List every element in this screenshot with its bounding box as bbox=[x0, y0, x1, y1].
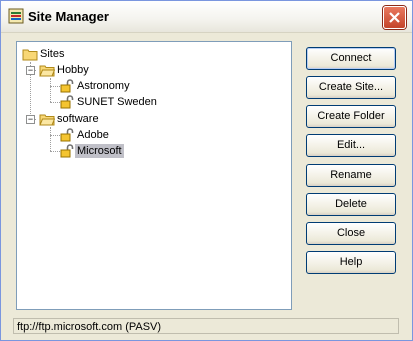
folder-open-icon bbox=[39, 65, 55, 77]
tree-node-microsoft[interactable]: Microsoft bbox=[59, 143, 124, 159]
lock-icon bbox=[60, 95, 74, 109]
lock-icon bbox=[60, 144, 74, 158]
folder-icon bbox=[22, 49, 38, 61]
rename-button[interactable]: Rename bbox=[306, 164, 396, 187]
help-button[interactable]: Help bbox=[306, 251, 396, 274]
tree-node-label: Astronomy bbox=[77, 80, 130, 92]
tree-line bbox=[50, 78, 51, 102]
title-bar[interactable]: Site Manager bbox=[1, 1, 412, 33]
tree-node-label: Sites bbox=[40, 48, 65, 60]
site-manager-window: Site Manager Sites − Hobby Astronomy SUN… bbox=[0, 0, 413, 341]
lock-icon bbox=[60, 79, 74, 93]
edit-button[interactable]: Edit... bbox=[306, 134, 396, 157]
create-folder-button[interactable]: Create Folder bbox=[306, 105, 396, 128]
window-title: Site Manager bbox=[28, 9, 109, 24]
tree-line bbox=[50, 127, 51, 151]
folder-open-icon bbox=[39, 114, 55, 126]
connect-button[interactable]: Connect bbox=[306, 47, 396, 70]
tree-node-label: Hobby bbox=[57, 64, 89, 76]
close-window-button[interactable] bbox=[383, 6, 406, 29]
tree-node-astronomy[interactable]: Astronomy bbox=[59, 78, 132, 94]
collapse-software-toggle[interactable]: − bbox=[26, 115, 35, 124]
tree-node-label: software bbox=[57, 113, 99, 125]
app-icon bbox=[8, 8, 24, 24]
tree-node-sites[interactable]: Sites bbox=[22, 46, 66, 62]
create-site-button[interactable]: Create Site... bbox=[306, 76, 396, 99]
delete-button[interactable]: Delete bbox=[306, 193, 396, 216]
collapse-hobby-toggle[interactable]: − bbox=[26, 66, 35, 75]
tree-node-hobby[interactable]: Hobby bbox=[39, 62, 91, 78]
close-icon bbox=[389, 12, 400, 23]
tree-node-sunet-sweden[interactable]: SUNET Sweden bbox=[59, 94, 159, 110]
lock-icon bbox=[60, 128, 74, 142]
tree-node-software[interactable]: software bbox=[39, 111, 101, 127]
tree-node-adobe[interactable]: Adobe bbox=[59, 127, 111, 143]
status-bar: ftp://ftp.microsoft.com (PASV) bbox=[13, 318, 399, 334]
tree-node-label: Adobe bbox=[77, 129, 109, 141]
tree-node-label: SUNET Sweden bbox=[77, 96, 157, 108]
tree-node-label-selected: Microsoft bbox=[75, 144, 124, 158]
site-tree[interactable]: Sites − Hobby Astronomy SUNET Sweden − s… bbox=[16, 41, 292, 310]
close-button[interactable]: Close bbox=[306, 222, 396, 245]
